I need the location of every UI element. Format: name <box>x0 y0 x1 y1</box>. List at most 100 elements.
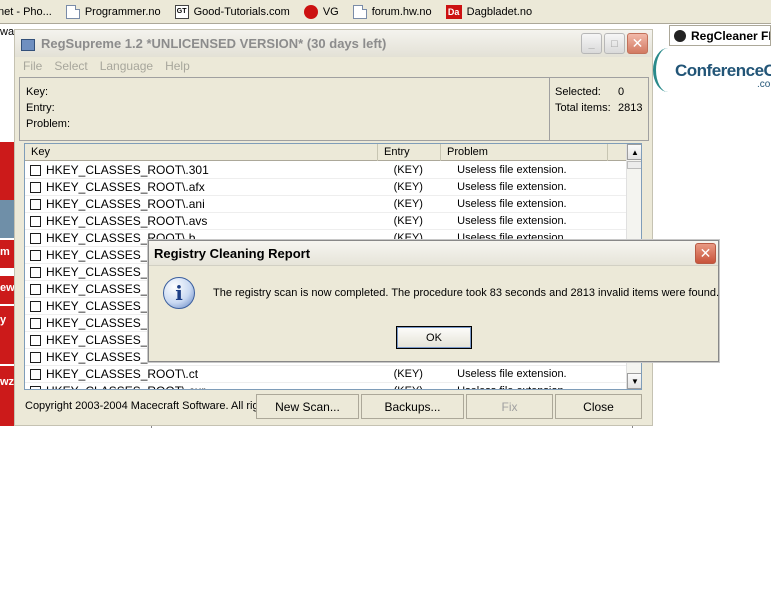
column-header-key[interactable]: Key <box>25 144 378 161</box>
close-button[interactable]: ✕ <box>627 33 648 54</box>
fix-button[interactable]: Fix <box>466 394 553 419</box>
table-header: Key Entry Problem <box>25 144 626 161</box>
link-programmer[interactable]: Programmer.no <box>65 4 161 19</box>
app-icon <box>20 36 36 52</box>
link-good-tutorials[interactable]: GT Good-Tutorials.com <box>174 4 290 19</box>
window-title: RegSupreme 1.2 *UNLICENSED VERSION* (30 … <box>41 36 387 51</box>
cell-problem: Useless file extension. <box>457 181 567 193</box>
selected-value: 0 <box>618 86 625 98</box>
link-dagbladet[interactable]: Da Dagbladet.no <box>445 4 532 19</box>
bg-fragment-m: m <box>0 240 14 268</box>
column-header-entry[interactable]: Entry <box>378 144 441 161</box>
row-checkbox[interactable] <box>30 164 41 176</box>
row-checkbox[interactable] <box>30 334 41 346</box>
link-net-pho[interactable]: net - Pho... <box>0 6 52 18</box>
bg-fragment-ew: ew <box>0 276 14 304</box>
dialog-close-button[interactable]: ✕ <box>695 243 716 264</box>
row-checkbox[interactable] <box>30 351 41 363</box>
row-checkbox[interactable] <box>30 249 41 261</box>
bottom-bar: Copyright 2003-2004 Macecraft Software. … <box>19 393 649 419</box>
table-row[interactable]: HKEY_CLASSES_ROOT\.avs (KEY) Useless file … <box>25 213 626 230</box>
table-row[interactable]: HKEY_CLASSES_ROOT\.ct (KEY) Useless file e… <box>25 366 626 383</box>
cell-key: HKEY_CLASSES_ROOT\.ani <box>46 197 205 211</box>
maximize-button[interactable]: □ <box>604 33 625 54</box>
menu-select[interactable]: Select <box>54 59 87 73</box>
table-row[interactable]: HKEY_CLASSES_ROOT\.ani (KEY) Useless file … <box>25 196 626 213</box>
cell-problem: Useless file extension. <box>457 385 626 389</box>
browser-links-bar: net - Pho... Programmer.no GT Good-Tutor… <box>0 0 771 24</box>
page-icon <box>352 4 367 19</box>
bg-fragment-wz: wz <box>0 366 14 426</box>
column-header-problem[interactable]: Problem <box>441 144 608 161</box>
cell-key: HKEY_CLASSES_ROOT\.afx <box>46 180 205 194</box>
row-checkbox[interactable] <box>30 300 41 312</box>
conference-logo: ConferenceCa .co <box>653 48 771 92</box>
scroll-thumb[interactable] <box>627 161 641 169</box>
cell-entry: (KEY) <box>393 181 423 193</box>
scroll-down-button[interactable]: ▼ <box>627 373 641 389</box>
bg-red-banner <box>0 142 14 200</box>
table-row[interactable]: HKEY_CLASSES_ROOT\.301 (KEY) Useless file … <box>25 162 626 179</box>
cell-problem: Useless file extension. <box>457 215 567 227</box>
copyright-text: Copyright 2003-2004 Macecraft Software. … <box>25 400 257 412</box>
cell-key: HKEY_CLASSES_ROOT\.cur <box>46 384 394 389</box>
gt-icon: GT <box>174 4 189 19</box>
cell-entry: (KEY) <box>393 164 423 176</box>
cell-problem: Useless file extension. <box>457 164 567 176</box>
entry-label: Entry: <box>26 102 55 114</box>
row-checkbox[interactable] <box>30 385 41 389</box>
vg-icon <box>303 4 318 19</box>
minimize-button[interactable]: _ <box>581 33 602 54</box>
cell-key: HKEY_CLASSES_ROOT\.avs <box>46 214 208 228</box>
page-icon <box>65 4 80 19</box>
cell-problem: Useless file extension. <box>457 198 567 210</box>
key-label: Key: <box>26 86 49 98</box>
ok-button[interactable]: OK <box>396 326 472 349</box>
link-forum-hw[interactable]: forum.hw.no <box>352 4 432 19</box>
cell-key: HKEY_CLASSES_ROOT\.ct <box>46 367 199 381</box>
cell-entry: (KEY) <box>393 198 423 210</box>
arrow-down-icon: ▼ <box>631 376 639 386</box>
browser-tab-regcleaner[interactable]: RegCleaner FR <box>669 25 771 46</box>
bg-fragment-wa: wa <box>0 26 14 38</box>
menu-help[interactable]: Help <box>165 59 190 73</box>
arrow-up-icon: ▲ <box>631 147 639 157</box>
close-app-button[interactable]: Close <box>555 394 642 419</box>
dialog-message: The registry scan is now completed. The … <box>213 287 720 299</box>
backups-button[interactable]: Backups... <box>361 394 464 419</box>
selected-label: Selected: <box>555 86 601 98</box>
table-row[interactable]: HKEY_CLASSES_ROOT\.afx (KEY) Useless file … <box>25 179 626 196</box>
bg-fragment-y: y <box>0 306 14 364</box>
total-label: Total items: <box>555 102 611 114</box>
total-value: 2813 <box>618 102 643 114</box>
row-checkbox[interactable] <box>30 283 41 295</box>
cell-problem: Useless file extension. <box>457 368 567 380</box>
window-titlebar[interactable]: RegSupreme 1.2 *UNLICENSED VERSION* (30 … <box>15 30 652 57</box>
cell-entry: (KEY) <box>393 368 423 380</box>
row-checkbox[interactable] <box>30 215 41 227</box>
menu-language[interactable]: Language <box>100 59 153 73</box>
cell-entry: (KEY) <box>394 385 458 389</box>
dialog-titlebar[interactable]: Registry Cleaning Report ✕ <box>149 241 718 266</box>
new-scan-button[interactable]: New Scan... <box>256 394 359 419</box>
bg-image-strip <box>0 200 14 238</box>
row-checkbox[interactable] <box>30 232 41 244</box>
regsupreme-window: RegSupreme 1.2 *UNLICENSED VERSION* (30 … <box>14 29 653 426</box>
menu-file[interactable]: File <box>23 59 42 73</box>
row-checkbox[interactable] <box>30 368 41 380</box>
details-panel: Key: Entry: Problem: Selected: 0 Total i… <box>19 77 649 141</box>
table-row[interactable]: HKEY_CLASSES_ROOT\.cur(KEY)Useless file … <box>25 383 626 389</box>
report-dialog: Registry Cleaning Report ✕ i The registr… <box>148 240 719 362</box>
cell-key: HKEY_CLASSES_ROOT\.301 <box>46 163 209 177</box>
link-vg[interactable]: VG <box>303 4 339 19</box>
row-checkbox[interactable] <box>30 198 41 210</box>
row-checkbox[interactable] <box>30 181 41 193</box>
tab-favicon-icon <box>674 29 686 42</box>
menu-bar: File Select Language Help <box>15 57 652 75</box>
dialog-title: Registry Cleaning Report <box>154 246 311 261</box>
row-checkbox[interactable] <box>30 317 41 329</box>
cell-entry: (KEY) <box>393 215 423 227</box>
row-checkbox[interactable] <box>30 266 41 278</box>
scroll-up-button[interactable]: ▲ <box>627 144 641 160</box>
db-icon: Da <box>445 4 462 19</box>
